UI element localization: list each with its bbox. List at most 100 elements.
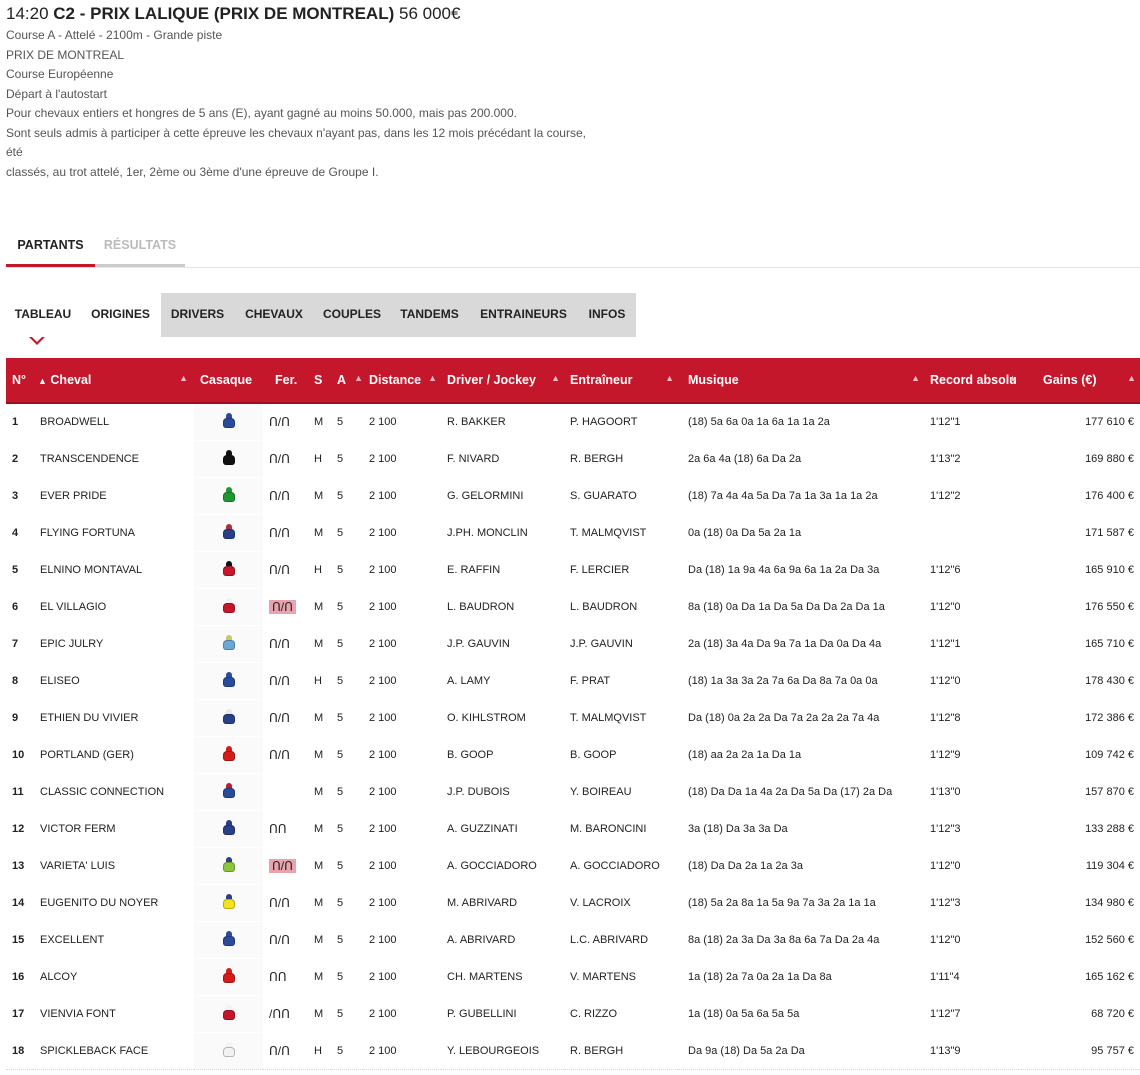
col-driver[interactable]: Driver / Jockey ▲: [441, 358, 564, 404]
trainer-name[interactable]: S. GUARATO: [564, 477, 678, 515]
subtab-chevaux[interactable]: CHEVAUX: [234, 293, 314, 337]
driver-name[interactable]: B. GOOP: [441, 736, 564, 774]
horse-name[interactable]: VICTOR FERM: [32, 810, 194, 848]
table-row[interactable]: 17 VIENVIA FONT/ᑎᑎ M 5 2 100 P. GUBELLINI C. R…: [6, 995, 1140, 1033]
horse-name[interactable]: TRANSCENDENCE: [32, 440, 194, 478]
distance: 2 100: [363, 477, 441, 515]
col-age[interactable]: A ▲: [331, 358, 363, 404]
subtab-tandems[interactable]: TANDEMS: [390, 293, 469, 337]
distance: 2 100: [363, 402, 441, 441]
subtab-entraineurs[interactable]: ENTRAINEURS: [469, 293, 578, 337]
col-numero[interactable]: N°: [6, 358, 32, 404]
table-row[interactable]: 4 FLYING FORTUNA ᑎ/ᑎ M 5 2 100 J.PH. MONCLIN T.…: [6, 514, 1140, 552]
subtab-tableau[interactable]: TABLEAU: [6, 293, 80, 337]
trainer-name[interactable]: V. LACROIX: [564, 884, 678, 922]
horse-name[interactable]: EUGENITO DU NOYER: [32, 884, 194, 922]
trainer-name[interactable]: B. GOOP: [564, 736, 678, 774]
trainer-name[interactable]: L. BAUDRON: [564, 588, 678, 626]
trainer-name[interactable]: J.P. GAUVIN: [564, 625, 678, 663]
col-distance[interactable]: Distance ▲: [363, 358, 441, 404]
horse-name[interactable]: BROADWELL: [32, 402, 194, 441]
table-row[interactable]: 7 EPIC JULRY ᑎ/ᑎ M 5 2 100 J.P. GAUVIN J.P. GAU…: [6, 625, 1140, 663]
driver-name[interactable]: A. GOCCIADORO: [441, 847, 564, 885]
trainer-name[interactable]: F. LERCIER: [564, 551, 678, 589]
table-row[interactable]: 16 ALCOY ᑎᑎ M 5 2 100 CH. MARTENS V. MARTENS 1a …: [6, 958, 1140, 996]
table-row[interactable]: 10 PORTLAND (GER) ᑎ/ᑎ M 5 2 100 B. GOOP B. GOOP…: [6, 736, 1140, 774]
trainer-name[interactable]: L.C. ABRIVARD: [564, 921, 678, 959]
table-row[interactable]: 9 ETHIEN DU VIVIER ᑎ/ᑎ M 5 2 100 O. KIHLSTROM T…: [6, 699, 1140, 737]
table-row[interactable]: 5 ELNINO MONTAVAL ᑎ/ᑎ H 5 2 100 E. RAFFIN F. LE…: [6, 551, 1140, 589]
col-fer[interactable]: Fer.: [263, 358, 312, 404]
table-row[interactable]: 11 CLASSIC CONNECTION M 5 2 100 J.P. DUBOIS Y.…: [6, 773, 1140, 811]
horse-name[interactable]: EVER PRIDE: [32, 477, 194, 515]
horse-name[interactable]: ELNINO MONTAVAL: [32, 551, 194, 589]
horse-name[interactable]: VARIETA' LUIS: [32, 847, 194, 885]
desc-line: Course A - Attelé - 2100m - Grande piste: [6, 28, 223, 42]
driver-name[interactable]: J.P. GAUVIN: [441, 625, 564, 663]
table-row[interactable]: 15 EXCELLENT ᑎ/ᑎ M 5 2 100 A. ABRIVARD L.C. ABR…: [6, 921, 1140, 959]
subtab-infos[interactable]: INFOS: [578, 293, 636, 337]
subtab-drivers[interactable]: DRIVERS: [161, 293, 234, 337]
trainer-name[interactable]: R. BERGH: [564, 1032, 678, 1070]
driver-name[interactable]: G. GELORMINI: [441, 477, 564, 515]
horse-name[interactable]: VIENVIA FONT: [32, 995, 194, 1033]
distance: 2 100: [363, 736, 441, 774]
tab-resultats[interactable]: RÉSULTATS: [95, 232, 185, 267]
record-absolu: 1'12"0: [924, 588, 1021, 626]
driver-name[interactable]: M. ABRIVARD: [441, 884, 564, 922]
trainer-name[interactable]: F. PRAT: [564, 662, 678, 700]
trainer-name[interactable]: P. HAGOORT: [564, 402, 678, 441]
horse-name[interactable]: ELISEO: [32, 662, 194, 700]
driver-name[interactable]: Y. LEBOURGEOIS: [441, 1032, 564, 1070]
col-sexe[interactable]: S: [312, 358, 331, 404]
horse-name[interactable]: EPIC JULRY: [32, 625, 194, 663]
col-cheval[interactable]: ▲ Cheval ▲: [32, 358, 194, 404]
trainer-name[interactable]: C. RIZZO: [564, 995, 678, 1033]
col-musique[interactable]: Musique ▲: [678, 358, 924, 404]
driver-name[interactable]: E. RAFFIN: [441, 551, 564, 589]
driver-name[interactable]: A. LAMY: [441, 662, 564, 700]
col-entraineur[interactable]: Entraîneur ▲: [564, 358, 678, 404]
trainer-name[interactable]: M. BARONCINI: [564, 810, 678, 848]
table-row[interactable]: 18 SPICKLEBACK FACE ᑎ/ᑎ H 5 2 100 Y. LEBOURGEO…: [6, 1032, 1140, 1070]
silk-icon: [222, 634, 236, 651]
table-row[interactable]: 1 BROADWELL ᑎ/ᑎ M 5 2 100 R. BAKKER P. HAGOORT(…: [6, 402, 1140, 441]
trainer-name[interactable]: T. MALMQVIST: [564, 699, 678, 737]
horse-name[interactable]: PORTLAND (GER): [32, 736, 194, 774]
horse-name[interactable]: ALCOY: [32, 958, 194, 996]
trainer-name[interactable]: R. BERGH: [564, 440, 678, 478]
driver-name[interactable]: O. KIHLSTROM: [441, 699, 564, 737]
table-row[interactable]: 14 EUGENITO DU NOYER ᑎ/ᑎ M 5 2 100 M. ABRIVARD…: [6, 884, 1140, 922]
driver-name[interactable]: L. BAUDRON: [441, 588, 564, 626]
driver-name[interactable]: CH. MARTENS: [441, 958, 564, 996]
table-row[interactable]: 13 VARIETA' LUIS ᑎ/ᑎ M 5 2 100 A. GOCCIADORO A.…: [6, 847, 1140, 885]
col-gains[interactable]: Gains (€) ▲: [1021, 358, 1140, 404]
trainer-name[interactable]: T. MALMQVIST: [564, 514, 678, 552]
col-casaque[interactable]: Casaque: [194, 358, 263, 404]
driver-name[interactable]: F. NIVARD: [441, 440, 564, 478]
driver-name[interactable]: J.PH. MONCLIN: [441, 514, 564, 552]
table-row[interactable]: 8 ELISEO ᑎ/ᑎ H 5 2 100 A. LAMY F. PRAT (18) 1a 3…: [6, 662, 1140, 700]
driver-name[interactable]: P. GUBELLINI: [441, 995, 564, 1033]
driver-name[interactable]: R. BAKKER: [441, 402, 564, 441]
driver-name[interactable]: A. ABRIVARD: [441, 921, 564, 959]
driver-name[interactable]: A. GUZZINATI: [441, 810, 564, 848]
horse-name[interactable]: FLYING FORTUNA: [32, 514, 194, 552]
trainer-name[interactable]: A. GOCCIADORO: [564, 847, 678, 885]
table-row[interactable]: 6 EL VILLAGIO ᑎ/ᑎ M 5 2 100 L. BAUDRON L. BAUDR…: [6, 588, 1140, 626]
tab-partants[interactable]: PARTANTS: [6, 232, 95, 267]
subtab-origines[interactable]: ORIGINES: [80, 293, 161, 337]
driver-name[interactable]: J.P. DUBOIS: [441, 773, 564, 811]
horse-name[interactable]: ETHIEN DU VIVIER: [32, 699, 194, 737]
trainer-name[interactable]: Y. BOIREAU: [564, 773, 678, 811]
horse-name[interactable]: CLASSIC CONNECTION: [32, 773, 194, 811]
horse-name[interactable]: SPICKLEBACK FACE: [32, 1032, 194, 1070]
horse-name[interactable]: EXCELLENT: [32, 921, 194, 959]
table-row[interactable]: 12 VICTOR FERM ᑎᑎ M 5 2 100 A. GUZZINATI M. BAR…: [6, 810, 1140, 848]
table-row[interactable]: 2 TRANSCENDENCE ᑎ/ᑎ H 5 2 100 F. NIVARD R. BERG…: [6, 440, 1140, 478]
table-row[interactable]: 3 EVER PRIDE ᑎ/ᑎ M 5 2 100 G. GELORMINI S. GUAR…: [6, 477, 1140, 515]
trainer-name[interactable]: V. MARTENS: [564, 958, 678, 996]
horse-name[interactable]: EL VILLAGIO: [32, 588, 194, 626]
subtab-couples[interactable]: COUPLES: [314, 293, 390, 337]
col-record[interactable]: Record absolu ▲: [924, 358, 1021, 404]
